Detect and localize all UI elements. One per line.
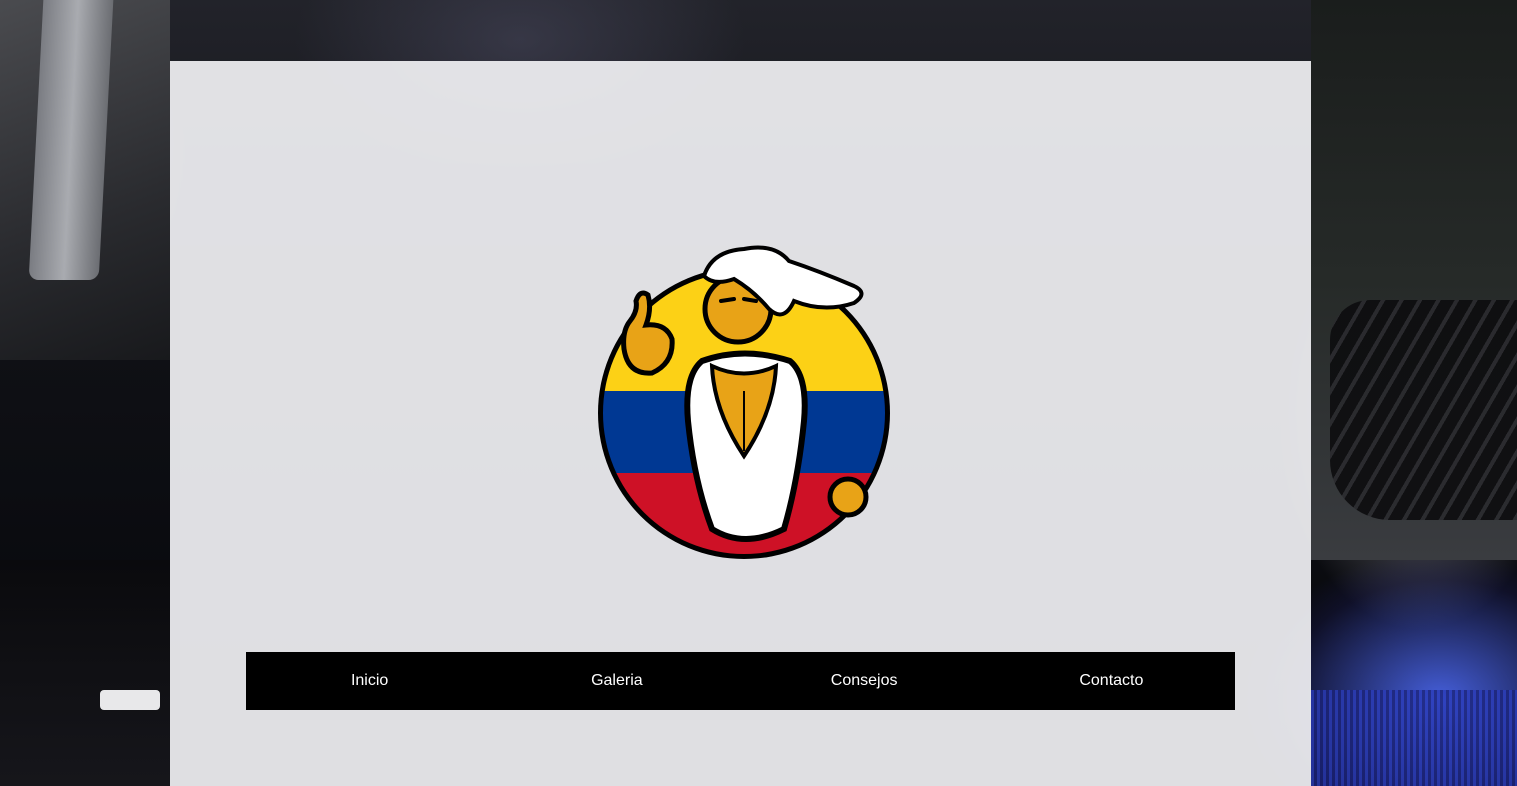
background-cables xyxy=(1330,300,1517,520)
nav-link-inicio[interactable]: Inicio xyxy=(246,652,493,710)
colombia-mascot-logo-icon xyxy=(584,231,904,561)
background-component xyxy=(100,690,160,710)
main-navigation: Inicio Galeria Consejos Contacto xyxy=(246,652,1235,710)
nav-link-contacto[interactable]: Contacto xyxy=(988,652,1235,710)
background-rgb-fan xyxy=(1311,690,1517,786)
main-panel: Inicio Galeria Consejos Contacto xyxy=(170,61,1311,786)
background-shadow xyxy=(0,560,170,786)
background-metal-bar xyxy=(28,0,114,280)
nav-link-consejos[interactable]: Consejos xyxy=(741,652,988,710)
nav-link-galeria[interactable]: Galeria xyxy=(493,652,740,710)
